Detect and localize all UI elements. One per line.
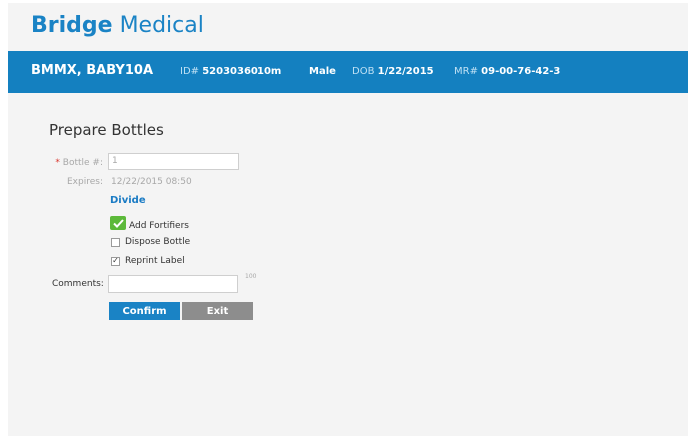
required-mark: * xyxy=(55,158,60,168)
comments-input[interactable] xyxy=(108,275,238,293)
check-icon xyxy=(110,216,126,230)
page-panel: Bridge Medical BMMX, BABY10A ID# 5203036… xyxy=(8,3,688,436)
dispose-bottle-label: Dispose Bottle xyxy=(125,237,191,247)
bottle-label-text: Bottle #: xyxy=(62,158,103,168)
comments-label: Comments: xyxy=(52,279,104,289)
patient-dob: DOB 1/22/2015 xyxy=(352,66,434,77)
divide-link[interactable]: Divide xyxy=(110,195,146,206)
page-title: Prepare Bottles xyxy=(49,121,164,139)
bottle-label: * Bottle #: xyxy=(8,158,103,168)
patient-id: ID# 52030360 xyxy=(180,66,258,77)
patient-dob-label: DOB xyxy=(352,66,375,77)
exit-button[interactable]: Exit xyxy=(182,302,253,320)
dispose-bottle-checkbox[interactable]: Dispose Bottle xyxy=(111,237,190,247)
confirm-button[interactable]: Confirm xyxy=(109,302,180,320)
app-logo: Bridge Medical xyxy=(31,13,204,38)
brand-bold: Bridge xyxy=(31,13,113,38)
add-fortifiers-checkbox[interactable]: Add Fortifiers xyxy=(110,215,189,231)
patient-dob-value: 1/22/2015 xyxy=(377,66,434,77)
patient-banner: BMMX, BABY10A ID# 52030360 10m Male DOB … xyxy=(8,51,688,93)
expires-value: 12/22/2015 08:50 xyxy=(111,177,192,187)
bottle-number-input[interactable]: 1 xyxy=(108,153,239,170)
patient-age: 10m xyxy=(257,66,282,77)
brand-light: Medical xyxy=(119,13,204,38)
patient-mr-label: MR# xyxy=(454,66,478,77)
comments-char-limit: 100 xyxy=(245,273,257,280)
patient-id-value: 52030360 xyxy=(202,66,258,77)
patient-sex: Male xyxy=(309,66,336,77)
expires-label: Expires: xyxy=(67,177,103,187)
patient-mr-value: 09-00-76-42-3 xyxy=(481,66,561,77)
patient-name: BMMX, BABY10A xyxy=(31,63,154,78)
reprint-label-checkbox[interactable]: ✓ Reprint Label xyxy=(111,256,185,266)
patient-id-label: ID# xyxy=(180,66,200,77)
reprint-label-label: Reprint Label xyxy=(125,256,185,266)
unchecked-box-icon xyxy=(111,237,120,247)
checked-box-icon: ✓ xyxy=(111,256,120,266)
patient-mr: MR# 09-00-76-42-3 xyxy=(454,66,560,77)
add-fortifiers-label: Add Fortifiers xyxy=(129,221,189,231)
